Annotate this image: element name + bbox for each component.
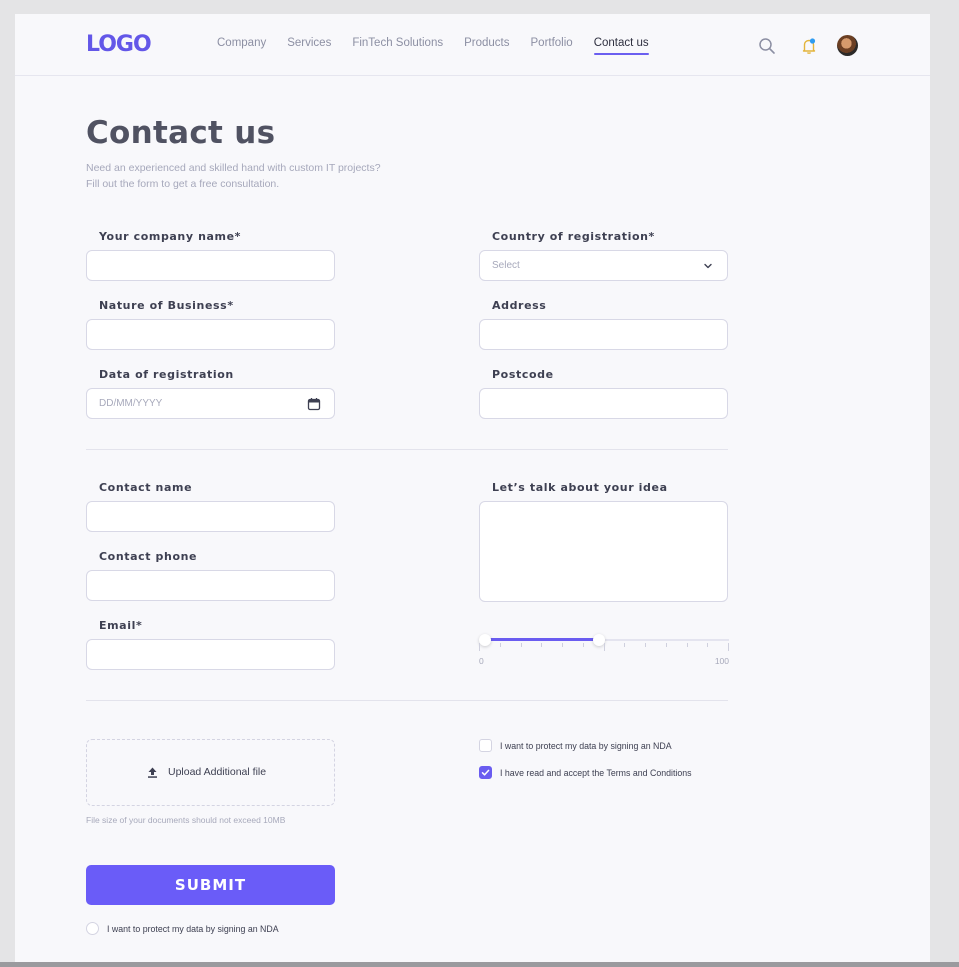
slider-tick — [645, 643, 646, 647]
slider-fill — [487, 638, 599, 641]
section-divider — [86, 700, 728, 701]
idea-slider[interactable]: 0 100 — [479, 634, 729, 674]
checkmark-icon — [481, 769, 490, 776]
nav-item-company[interactable]: Company — [217, 37, 266, 55]
contact-phone-label: Contact phone — [99, 550, 198, 563]
date-placeholder: DD/MM/YYYY — [99, 398, 163, 409]
slider-max-label: 100 — [714, 656, 729, 666]
postcode-input[interactable] — [479, 388, 728, 419]
slider-tick — [604, 643, 605, 651]
email-input[interactable] — [86, 639, 335, 670]
nav-item-services[interactable]: Services — [287, 37, 331, 55]
date-of-registration-label: Data of registration — [99, 368, 234, 381]
subtitle-line-1: Need an experienced and skilled hand wit… — [86, 162, 381, 174]
slider-tick — [521, 643, 522, 647]
window-bottom-bar — [0, 962, 959, 967]
page-subtitle: Need an experienced and skilled hand wit… — [86, 160, 466, 192]
nav-item-fintech-solutions[interactable]: FinTech Solutions — [352, 37, 443, 55]
bell-icon[interactable] — [799, 36, 819, 56]
address-input[interactable] — [479, 319, 728, 350]
idea-textarea[interactable] — [479, 501, 728, 602]
page: LOGO Company Services FinTech Solutions … — [15, 14, 930, 962]
page-title: Contact us — [86, 115, 276, 151]
upload-icon — [148, 767, 157, 778]
upload-content: Upload Additional file — [147, 766, 266, 778]
slider-tick — [562, 643, 563, 647]
nda-radio-row[interactable]: I want to protect my data by signing an … — [86, 922, 279, 935]
nda-radio-label: I want to protect my data by signing an … — [107, 923, 279, 934]
terms-checkbox-label: I have read and accept the Terms and Con… — [500, 767, 692, 778]
nda-checkbox[interactable] — [479, 739, 492, 752]
search-icon[interactable] — [757, 36, 777, 56]
nature-of-business-label: Nature of Business* — [99, 299, 234, 312]
company-name-input[interactable] — [86, 250, 335, 281]
country-label: Country of registration* — [492, 230, 655, 243]
email-label: Email* — [99, 619, 143, 632]
header: LOGO Company Services FinTech Solutions … — [15, 14, 930, 76]
slider-tick — [541, 643, 542, 647]
slider-tick — [687, 643, 688, 647]
subtitle-line-2: Fill out the form to get a free consulta… — [86, 178, 280, 190]
nav-item-products[interactable]: Products — [464, 37, 509, 55]
slider-tick — [728, 643, 729, 651]
slider-tick — [666, 643, 667, 647]
country-select[interactable]: Select — [479, 250, 728, 281]
nav-item-contact-us[interactable]: Contact us — [593, 37, 649, 55]
calendar-icon[interactable] — [307, 397, 321, 411]
slider-min-label: 0 — [479, 656, 484, 666]
nda-checkbox-label: I want to protect my data by signing an … — [500, 740, 672, 751]
contact-name-label: Contact name — [99, 481, 193, 494]
idea-label: Let’s talk about your idea — [492, 481, 668, 494]
logo[interactable]: LOGO — [86, 32, 152, 57]
terms-checkbox-row[interactable]: I have read and accept the Terms and Con… — [479, 766, 692, 779]
main-nav: Company Services FinTech Solutions Produ… — [217, 37, 649, 55]
address-label: Address — [492, 299, 547, 312]
slider-tick — [500, 643, 501, 647]
nda-checkbox-row[interactable]: I want to protect my data by signing an … — [479, 739, 672, 752]
country-select-value: Select — [492, 260, 520, 271]
slider-tick — [624, 643, 625, 647]
upload-dropzone[interactable]: Upload Additional file — [86, 739, 335, 806]
submit-button[interactable]: SUBMIT — [86, 865, 335, 905]
contact-phone-input[interactable] — [86, 570, 335, 601]
contact-name-input[interactable] — [86, 501, 335, 532]
date-of-registration-input[interactable]: DD/MM/YYYY — [86, 388, 335, 419]
slider-tick — [583, 643, 584, 647]
nav-item-portfolio[interactable]: Portfolio — [531, 37, 573, 55]
terms-checkbox[interactable] — [479, 766, 492, 779]
nature-of-business-input[interactable] — [86, 319, 335, 350]
section-divider — [86, 449, 728, 450]
slider-thumb-start[interactable] — [479, 634, 491, 646]
upload-note: File size of your documents should not e… — [86, 815, 286, 825]
upload-label: Upload Additional file — [168, 766, 267, 778]
avatar[interactable] — [837, 35, 858, 56]
slider-tick — [479, 643, 480, 651]
slider-tick — [707, 643, 708, 647]
company-name-label: Your company name* — [99, 230, 241, 243]
postcode-label: Postcode — [492, 368, 554, 381]
nda-radio[interactable] — [86, 922, 99, 935]
chevron-down-icon — [704, 263, 712, 269]
